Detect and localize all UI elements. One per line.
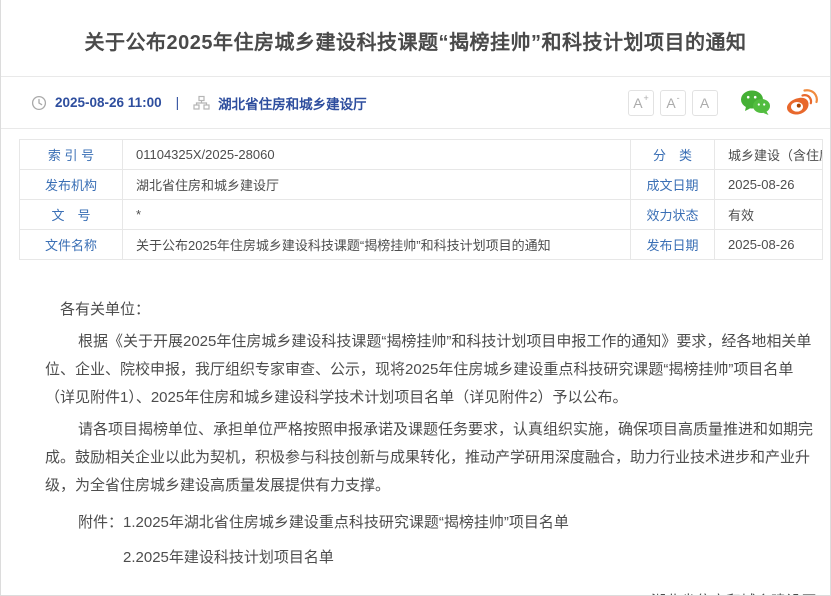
issuing-agency-value: 湖北省住房和城乡建设厅 bbox=[123, 170, 631, 200]
publish-time: 2025-08-26 11:00 bbox=[55, 95, 162, 110]
source-link[interactable]: 湖北省住房和城乡建设厅 bbox=[218, 93, 367, 113]
attachment-item-1: 1.2025年湖北省住房城乡建设重点科技研究课题“揭榜挂帅”项目名单 bbox=[123, 509, 569, 537]
doc-title-label: 文件名称 bbox=[20, 230, 123, 260]
category-value: 城乡建设（含住房） bbox=[715, 140, 823, 170]
doc-number-label: 文 号 bbox=[20, 200, 123, 230]
validity-status-label: 效力状态 bbox=[631, 200, 715, 230]
body-paragraph-2: 请各项目揭榜单位、承担单位严格按照申报承诺及课题任务要求，认真组织实施，确保项目… bbox=[45, 416, 816, 500]
doc-number-value: * bbox=[123, 200, 631, 230]
weibo-share-icon[interactable] bbox=[785, 89, 818, 117]
meta-info: 2025-08-26 11:00 | 湖北省住房和城乡建设厅 bbox=[31, 93, 367, 113]
index-number-label: 索 引 号 bbox=[20, 140, 123, 170]
body-paragraph-1: 根据《关于开展2025年住房城乡建设科技课题“揭榜挂帅”和科技计划项目申报工作的… bbox=[45, 328, 816, 412]
written-date-value: 2025-08-26 bbox=[715, 170, 823, 200]
table-row: 文件名称 关于公布2025年住房城乡建设科技课题“揭榜挂帅”和科技计划项目的通知… bbox=[20, 230, 823, 260]
page-title: 关于公布2025年住房城乡建设科技课题“揭榜挂帅”和科技计划项目的通知 bbox=[45, 26, 786, 55]
table-row: 文 号 * 效力状态 有效 bbox=[20, 200, 823, 230]
font-decrease-sign: - bbox=[677, 94, 680, 103]
notice-body: 各有关单位： 根据《关于开展2025年住房城乡建设科技课题“揭榜挂帅”和科技计划… bbox=[45, 296, 816, 596]
attachments-list: 1.2025年湖北省住房城乡建设重点科技研究课题“揭榜挂帅”项目名单 2.202… bbox=[123, 509, 569, 579]
salutation: 各有关单位： bbox=[45, 296, 816, 324]
notice-page: 关于公布2025年住房城乡建设科技课题“揭榜挂帅”和科技计划项目的通知 2025… bbox=[0, 0, 831, 596]
sitemap-icon bbox=[193, 95, 210, 111]
validity-status-value: 有效 bbox=[715, 200, 823, 230]
font-reset-button[interactable]: A bbox=[692, 90, 718, 116]
font-decrease-label: A bbox=[666, 96, 675, 110]
issuing-agency-label: 发布机构 bbox=[20, 170, 123, 200]
clock-icon bbox=[31, 95, 47, 111]
doc-title-value: 关于公布2025年住房城乡建设科技课题“揭榜挂帅”和科技计划项目的通知 bbox=[123, 230, 631, 260]
table-row: 发布机构 湖北省住房和城乡建设厅 成文日期 2025-08-26 bbox=[20, 170, 823, 200]
meta-bar: 2025-08-26 11:00 | 湖北省住房和城乡建设厅 A+ A- A bbox=[1, 76, 830, 129]
publish-date-value: 2025-08-26 bbox=[715, 230, 823, 260]
wechat-share-icon[interactable] bbox=[740, 89, 771, 116]
index-number-value: 01104325X/2025-28060 bbox=[123, 140, 631, 170]
category-label: 分 类 bbox=[631, 140, 715, 170]
font-increase-label: A bbox=[633, 96, 642, 110]
document-info-table: 索 引 号 01104325X/2025-28060 分 类 城乡建设（含住房）… bbox=[19, 139, 823, 260]
table-row: 索 引 号 01104325X/2025-28060 分 类 城乡建设（含住房） bbox=[20, 140, 823, 170]
font-increase-button[interactable]: A+ bbox=[628, 90, 654, 116]
meta-separator: | bbox=[176, 95, 180, 110]
meta-controls: A+ A- A bbox=[622, 89, 818, 117]
font-reset-label: A bbox=[700, 96, 709, 110]
attachments-block: 附件： 1.2025年湖北省住房城乡建设重点科技研究课题“揭榜挂帅”项目名单 2… bbox=[45, 509, 816, 579]
font-decrease-button[interactable]: A- bbox=[660, 90, 686, 116]
written-date-label: 成文日期 bbox=[631, 170, 715, 200]
attachment-item-2: 2.2025年建设科技计划项目名单 bbox=[123, 544, 569, 572]
attachments-label: 附件： bbox=[45, 509, 123, 579]
publish-date-label: 发布日期 bbox=[631, 230, 715, 260]
signature: 湖北省住房和城乡建设厅 bbox=[45, 588, 816, 596]
font-increase-sign: + bbox=[644, 94, 649, 103]
